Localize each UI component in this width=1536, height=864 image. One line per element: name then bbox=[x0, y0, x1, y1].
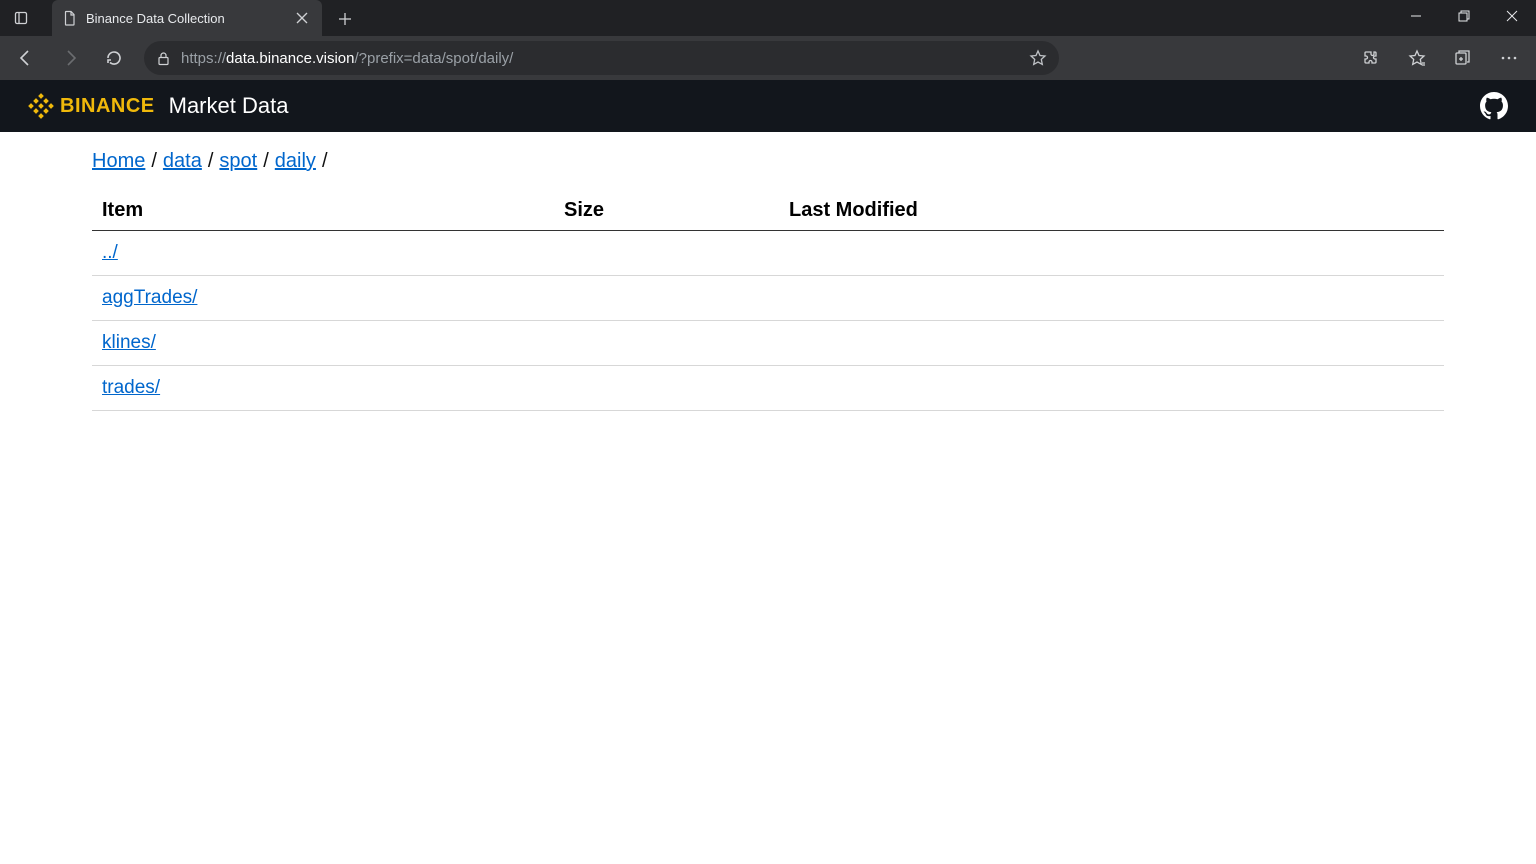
url-protocol: https bbox=[181, 50, 214, 67]
table-row: aggTrades/ bbox=[92, 276, 1444, 321]
table-row: trades/ bbox=[92, 366, 1444, 411]
tab-actions-button[interactable] bbox=[0, 0, 42, 36]
forward-button[interactable] bbox=[50, 39, 90, 77]
url-path: /?prefix=data/spot/daily/ bbox=[354, 50, 513, 67]
address-bar[interactable]: https://data.binance.vision/?prefix=data… bbox=[144, 41, 1059, 75]
url-host: data.binance.vision bbox=[226, 50, 354, 67]
brand-name: BINANCE bbox=[60, 95, 155, 118]
maximize-button[interactable] bbox=[1440, 0, 1488, 32]
breadcrumb-separator: / bbox=[322, 150, 328, 173]
breadcrumb-data[interactable]: data bbox=[163, 150, 202, 173]
cell-modified bbox=[789, 377, 1434, 399]
page-icon bbox=[62, 10, 78, 26]
cell-size bbox=[564, 287, 789, 309]
cell-size bbox=[564, 332, 789, 354]
page-header: BINANCE Market Data bbox=[0, 80, 1536, 132]
extensions-button[interactable] bbox=[1350, 39, 1392, 77]
lock-icon[interactable] bbox=[156, 51, 171, 66]
cell-modified bbox=[789, 332, 1434, 354]
binance-logo: BINANCE bbox=[28, 93, 155, 119]
table-row: klines/ bbox=[92, 321, 1444, 366]
favorites-button[interactable] bbox=[1396, 39, 1438, 77]
item-parent-dir[interactable]: ../ bbox=[102, 242, 118, 263]
table-row: ../ bbox=[92, 231, 1444, 276]
cell-modified bbox=[789, 242, 1434, 264]
brand[interactable]: BINANCE Market Data bbox=[28, 93, 288, 119]
back-button[interactable] bbox=[6, 39, 46, 77]
brand-subtitle: Market Data bbox=[169, 93, 289, 119]
refresh-button[interactable] bbox=[94, 39, 134, 77]
close-tab-button[interactable] bbox=[292, 8, 312, 28]
breadcrumb: Home / data / spot / daily / bbox=[92, 150, 1444, 173]
menu-button[interactable] bbox=[1488, 39, 1530, 77]
cell-size bbox=[564, 377, 789, 399]
minimize-button[interactable] bbox=[1392, 0, 1440, 32]
breadcrumb-separator: / bbox=[208, 150, 214, 173]
collections-button[interactable] bbox=[1442, 39, 1484, 77]
breadcrumb-separator: / bbox=[263, 150, 269, 173]
column-size: Size bbox=[564, 199, 789, 222]
file-listing: Item Size Last Modified ../ aggTrades/ k… bbox=[92, 191, 1444, 411]
breadcrumb-spot[interactable]: spot bbox=[219, 150, 257, 173]
tab-title: Binance Data Collection bbox=[86, 11, 284, 26]
item-klines[interactable]: klines/ bbox=[102, 332, 156, 353]
window-controls bbox=[1392, 0, 1536, 36]
url-text: https://data.binance.vision/?prefix=data… bbox=[181, 50, 513, 67]
item-trades[interactable]: trades/ bbox=[102, 377, 160, 398]
breadcrumb-separator: / bbox=[151, 150, 157, 173]
column-item: Item bbox=[102, 199, 564, 222]
browser-tab[interactable]: Binance Data Collection bbox=[52, 0, 322, 36]
browser-titlebar: Binance Data Collection bbox=[0, 0, 1536, 36]
github-link[interactable] bbox=[1480, 92, 1508, 120]
breadcrumb-home[interactable]: Home bbox=[92, 150, 145, 173]
page-content: Home / data / spot / daily / Item Size L… bbox=[0, 132, 1536, 429]
cell-modified bbox=[789, 287, 1434, 309]
favorite-button[interactable] bbox=[1029, 49, 1047, 67]
browser-toolbar: https://data.binance.vision/?prefix=data… bbox=[0, 36, 1536, 80]
close-window-button[interactable] bbox=[1488, 0, 1536, 32]
listing-header: Item Size Last Modified bbox=[92, 191, 1444, 231]
breadcrumb-daily[interactable]: daily bbox=[275, 150, 316, 173]
item-aggtrades[interactable]: aggTrades/ bbox=[102, 287, 197, 308]
cell-size bbox=[564, 242, 789, 264]
column-modified: Last Modified bbox=[789, 199, 1434, 222]
new-tab-button[interactable] bbox=[328, 2, 362, 36]
